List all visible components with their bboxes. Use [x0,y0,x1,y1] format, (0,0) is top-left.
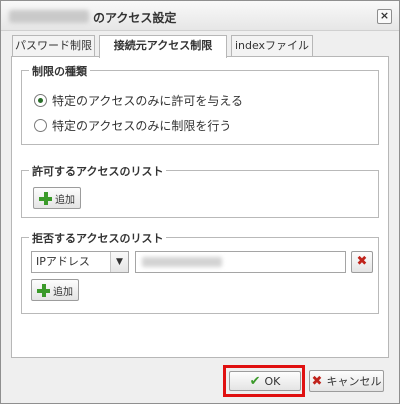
blurred-folder-name [9,10,89,23]
dialog-title: のアクセス設定 [93,11,177,25]
blurred-ip-value [142,257,222,267]
ip-address-input[interactable] [135,251,346,273]
allow-add-button[interactable]: 追加 [33,187,81,209]
plus-icon [37,283,50,297]
radio-allow-only-label: 特定のアクセスのみに許可を与える [52,94,244,108]
allow-add-label: 追加 [55,194,75,206]
cancel-label: キャンセル [326,375,382,388]
chevron-down-icon[interactable]: ▼ [110,252,128,272]
close-button[interactable]: × [377,9,392,24]
cross-icon: ✖ [311,373,323,389]
access-settings-dialog: のアクセス設定 × パスワード制限 接続元アクセス制限 indexファイル 制限… [0,0,400,404]
deny-add-button[interactable]: 追加 [31,279,79,301]
cancel-button[interactable]: ✖ キャンセル [309,370,384,392]
tab-password-restriction[interactable]: パスワード制限 [12,35,95,57]
restriction-type-legend: 制限の種類 [29,63,90,79]
deny-list-legend: 拒否するアクセスのリスト [29,230,167,246]
radio-allow-only[interactable]: 特定のアクセスのみに許可を与える [34,92,243,109]
address-type-value: IPアドレス [36,255,90,268]
tab-panel: 制限の種類 特定のアクセスのみに許可を与える 特定のアクセスのみに制限を行う 許… [11,56,389,358]
dialog-titlebar: のアクセス設定 × [1,1,399,31]
tab-index-file[interactable]: indexファイル [231,35,313,57]
allow-list-group: 許可するアクセスのリスト 追加 [21,163,379,218]
tab-access-restriction[interactable]: 接続元アクセス制限 [99,35,227,58]
deny-add-label: 追加 [53,286,73,298]
radio-button[interactable] [34,119,47,132]
radio-button-checked[interactable] [34,94,47,107]
allow-list-legend: 許可するアクセスのリスト [29,163,167,179]
deny-list-group: 拒否するアクセスのリスト IPアドレス ▼ ✖ 追加 [21,230,379,314]
ok-button[interactable]: ✔ OK [229,371,301,391]
plus-icon [39,191,52,205]
restriction-type-group: 制限の種類 特定のアクセスのみに許可を与える 特定のアクセスのみに制限を行う [21,63,379,145]
checkmark-icon: ✔ [249,373,261,389]
ok-label: OK [264,374,281,388]
radio-deny-only-label: 特定のアクセスのみに制限を行う [52,119,232,133]
radio-deny-only[interactable]: 特定のアクセスのみに制限を行う [34,117,231,134]
address-type-select[interactable]: IPアドレス ▼ [31,251,129,273]
delete-entry-button[interactable]: ✖ [351,251,373,273]
